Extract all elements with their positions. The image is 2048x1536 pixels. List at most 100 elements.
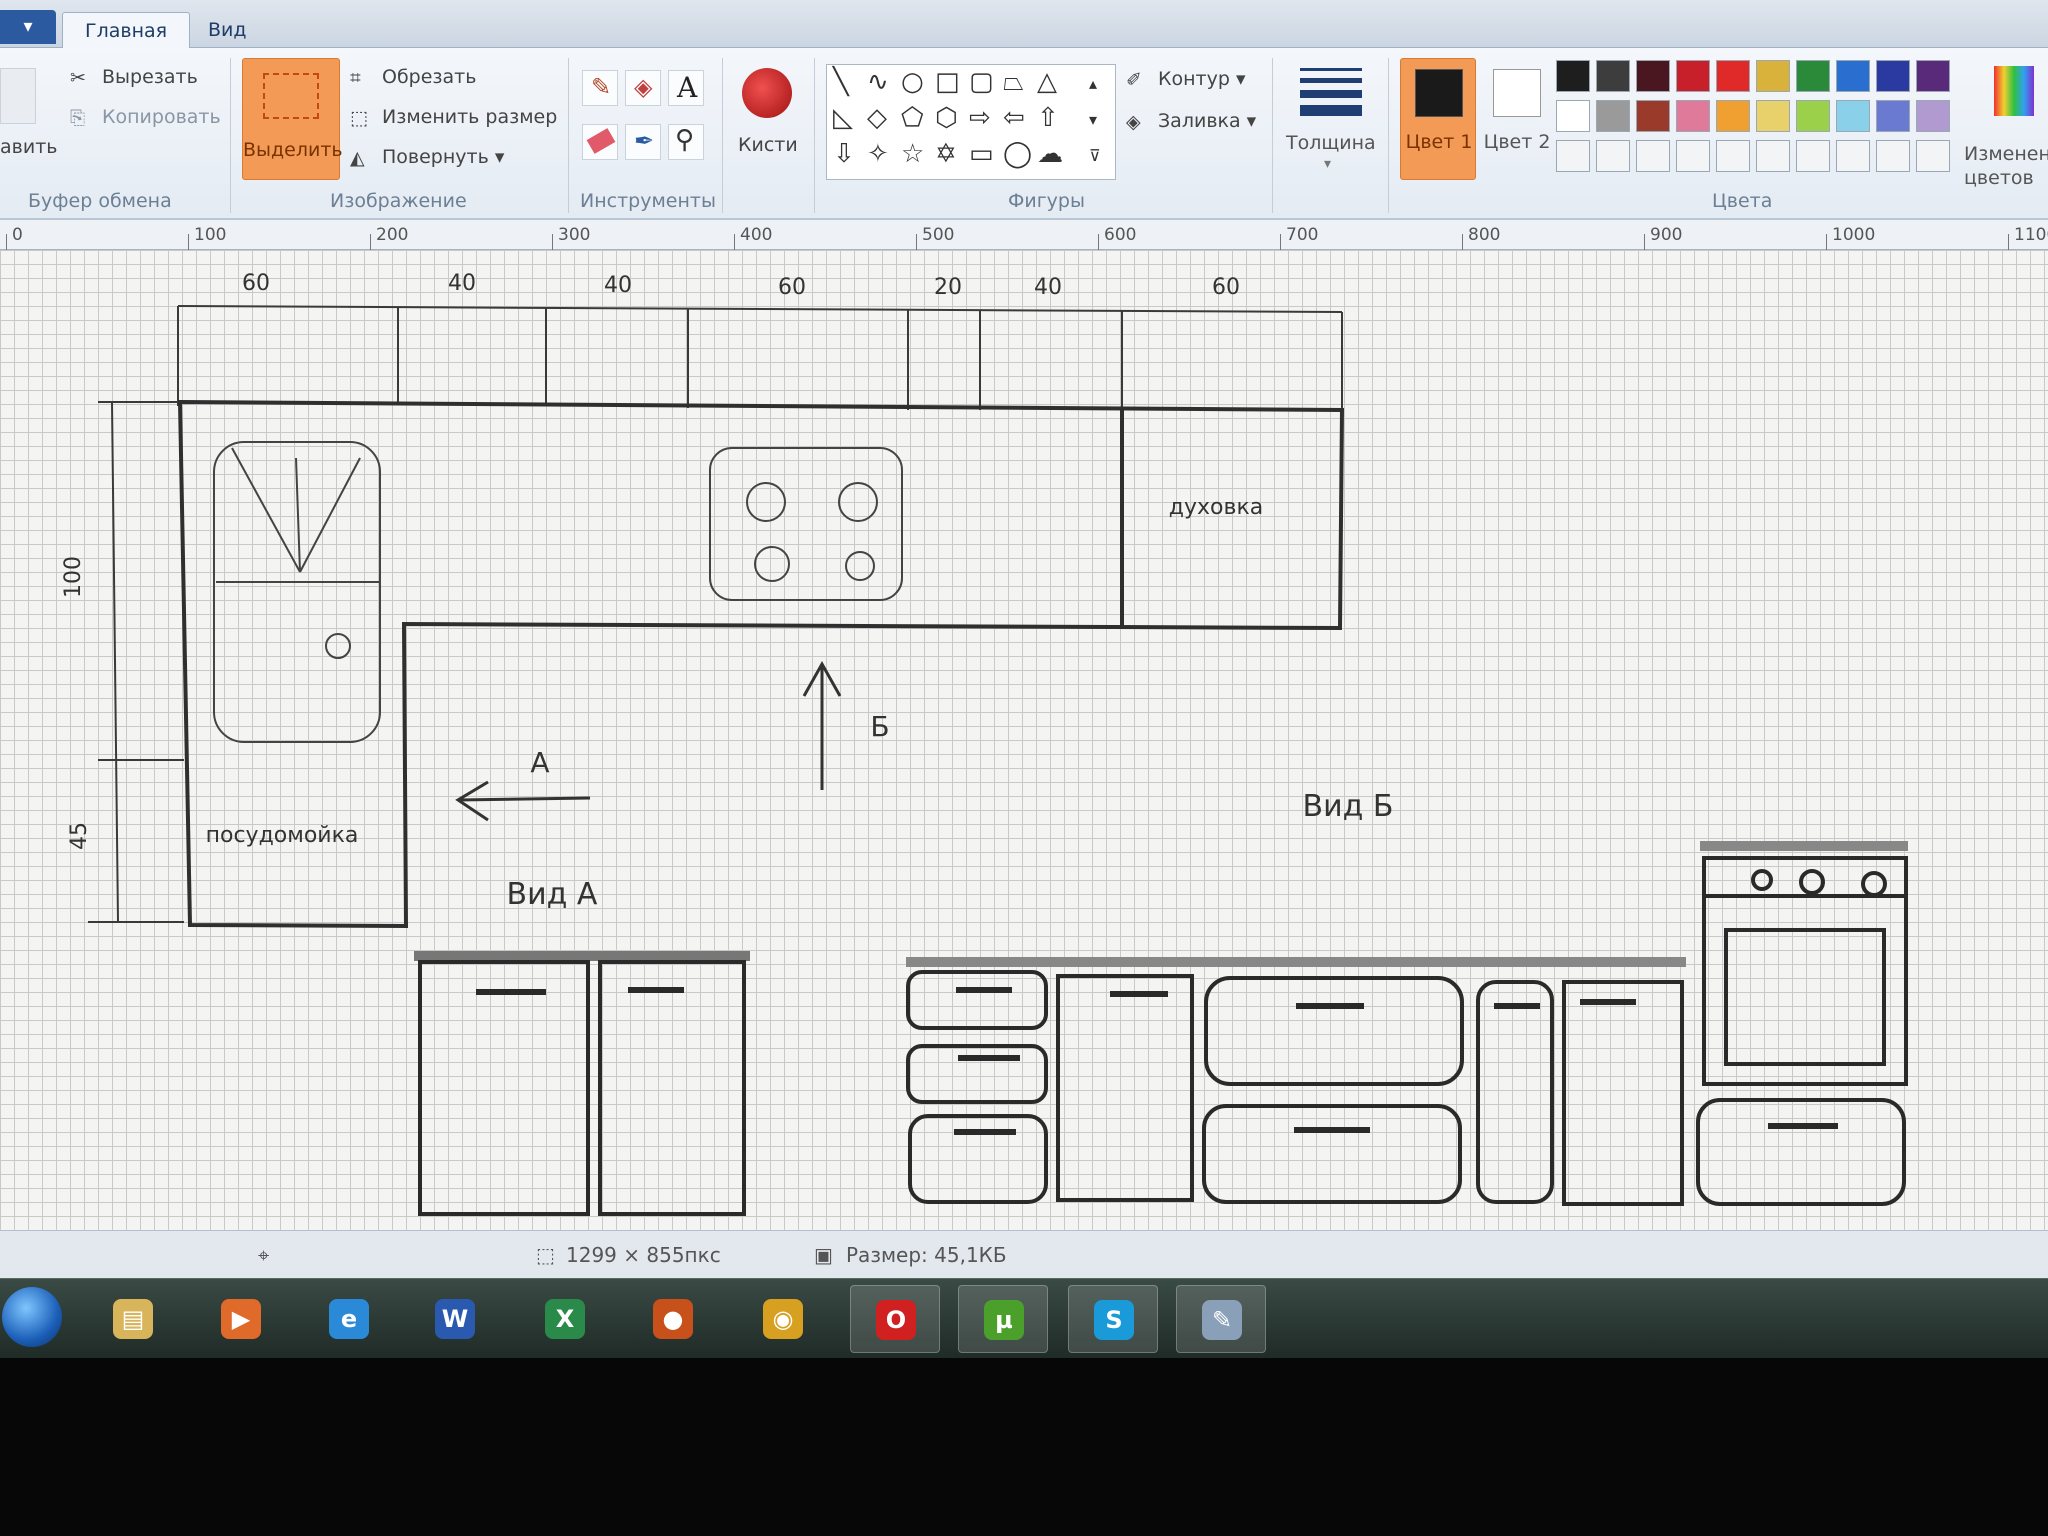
ruler-tick-label: 900	[1650, 225, 1683, 245]
brushes-button[interactable]: Кисти	[734, 62, 798, 182]
copy-button[interactable]: ⎘ Копировать	[70, 106, 221, 129]
custom-color-slot[interactable]	[1636, 140, 1670, 172]
tab-home[interactable]: Главная	[62, 12, 191, 48]
taskbar-app-button[interactable]: e	[304, 1285, 394, 1353]
view-a-cabinet	[418, 960, 590, 1216]
custom-color-slot[interactable]	[1556, 140, 1590, 172]
taskbar-app-button[interactable]: ●	[628, 1285, 718, 1353]
file-menu-button[interactable]: ▾	[0, 10, 56, 44]
custom-color-slot[interactable]	[1756, 140, 1790, 172]
palette-color-swatch[interactable]	[1876, 100, 1910, 132]
paste-button[interactable]: авить	[0, 136, 57, 158]
taskbar-app-button[interactable]: ▤	[88, 1285, 178, 1353]
diamond-shape-icon[interactable]: ◇	[867, 103, 887, 133]
left-arrow-shape-icon[interactable]: ⇦	[1003, 103, 1025, 133]
oval-shape-icon[interactable]: ○	[901, 67, 924, 97]
custom-color-slot[interactable]	[1676, 140, 1710, 172]
resize-label: Изменить размер	[382, 106, 558, 128]
palette-color-swatch[interactable]	[1836, 100, 1870, 132]
expand-gallery-icon[interactable]: ⊽	[1089, 141, 1101, 171]
custom-color-slot[interactable]	[1876, 140, 1910, 172]
right-arrow-shape-icon[interactable]: ⇨	[969, 103, 991, 133]
tab-view[interactable]: Вид	[186, 12, 269, 48]
color-picker-icon[interactable]: ✒	[625, 124, 661, 160]
fill-bucket-icon[interactable]: ◈	[625, 70, 661, 106]
six-point-star-shape-icon[interactable]: ✡	[935, 139, 957, 169]
palette-color-swatch[interactable]	[1676, 60, 1710, 92]
palette-color-swatch[interactable]	[1796, 100, 1830, 132]
resize-button[interactable]: ⬚ Изменить размер	[350, 106, 557, 129]
palette-color-swatch[interactable]	[1636, 60, 1670, 92]
curve-shape-icon[interactable]: ∿	[867, 67, 889, 97]
taskbar-app-button[interactable]: X	[520, 1285, 610, 1353]
drawing-canvas[interactable]: 60 40 40 60 20 40 60 100 45 духовка посу…	[0, 250, 2048, 1230]
palette-color-swatch[interactable]	[1636, 100, 1670, 132]
down-arrow-shape-icon[interactable]: ⇩	[833, 139, 855, 169]
palette-color-swatch[interactable]	[1596, 100, 1630, 132]
polygon-shape-icon[interactable]: ⏢	[1003, 67, 1024, 97]
custom-color-slot[interactable]	[1716, 140, 1750, 172]
taskbar-app-button[interactable]: W	[410, 1285, 500, 1353]
magnifier-icon[interactable]: ⚲	[668, 124, 704, 160]
rectangle-shape-icon[interactable]: □	[935, 67, 960, 97]
palette-color-swatch[interactable]	[1596, 60, 1630, 92]
media-player-icon: ▶	[221, 1299, 261, 1339]
palette-color-swatch[interactable]	[1556, 100, 1590, 132]
select-button[interactable]: Выделить	[242, 58, 343, 180]
outline-button[interactable]: ✐ Контур ▾	[1126, 68, 1246, 91]
pencil-icon[interactable]: ✎	[582, 70, 618, 106]
callout-oval-shape-icon[interactable]: ◯	[1003, 139, 1032, 169]
palette-color-swatch[interactable]	[1716, 60, 1750, 92]
taskbar-app-button[interactable]: S	[1068, 1285, 1158, 1353]
callout-cloud-shape-icon[interactable]: ☁	[1037, 139, 1063, 169]
taskbar-app-button[interactable]: ✎	[1176, 1285, 1266, 1353]
scroll-down-icon[interactable]: ▾	[1089, 105, 1097, 135]
rotate-button[interactable]: ◭ Повернуть ▾	[350, 146, 504, 169]
palette-color-swatch[interactable]	[1796, 60, 1830, 92]
triangle-shape-icon[interactable]: △	[1037, 67, 1057, 97]
four-point-star-shape-icon[interactable]: ✧	[867, 139, 889, 169]
cut-button[interactable]: ✂ Вырезать	[70, 66, 198, 89]
taskbar-app-button[interactable]: ▶	[196, 1285, 286, 1353]
color1-button[interactable]: Цвет 1	[1400, 58, 1476, 180]
scroll-up-icon[interactable]: ▴	[1089, 69, 1097, 99]
eraser-icon[interactable]	[582, 124, 618, 160]
custom-color-slot[interactable]	[1796, 140, 1830, 172]
line-shape-icon[interactable]: ╲	[833, 67, 849, 97]
crop-button[interactable]: ⌗ Обрезать	[350, 66, 476, 89]
ruler-tick	[1826, 234, 1827, 250]
pentagon-shape-icon[interactable]: ⬠	[901, 103, 924, 133]
taskbar-app-button[interactable]: O	[850, 1285, 940, 1353]
edit-colors-button[interactable]: Изменен цветов	[1960, 62, 2048, 192]
start-button-icon[interactable]	[2, 1287, 62, 1347]
palette-color-swatch[interactable]	[1916, 60, 1950, 92]
five-point-star-shape-icon[interactable]: ☆	[901, 139, 924, 169]
shapes-gallery[interactable]: ╲ ∿ ○ □ ▢ ⏢ △ ◺ ◇ ⬠ ⬡ ⇨ ⇦ ⇧ ⇩ ✧ ☆ ✡ ▭ ◯ …	[826, 64, 1116, 180]
taskbar-app-button[interactable]: µ	[958, 1285, 1048, 1353]
size-button[interactable]: Толщина ▾	[1284, 60, 1376, 190]
custom-color-slot[interactable]	[1916, 140, 1950, 172]
ruler-tick-label: 1100	[2014, 225, 2048, 245]
right-triangle-shape-icon[interactable]: ◺	[833, 103, 853, 133]
palette-color-swatch[interactable]	[1556, 60, 1590, 92]
paste-icon[interactable]	[0, 68, 36, 124]
palette-color-swatch[interactable]	[1676, 100, 1710, 132]
palette-color-swatch[interactable]	[1716, 100, 1750, 132]
group-separator	[230, 58, 231, 213]
custom-color-slot[interactable]	[1596, 140, 1630, 172]
callout-rect-shape-icon[interactable]: ▭	[969, 139, 994, 169]
color2-button[interactable]: Цвет 2	[1478, 58, 1554, 180]
up-arrow-shape-icon[interactable]: ⇧	[1037, 103, 1059, 133]
rounded-rectangle-shape-icon[interactable]: ▢	[969, 67, 994, 97]
taskbar-app-button[interactable]: ◉	[738, 1285, 828, 1353]
palette-color-swatch[interactable]	[1916, 100, 1950, 132]
oven-knob-icon	[1861, 871, 1887, 897]
custom-color-slot[interactable]	[1836, 140, 1870, 172]
palette-color-swatch[interactable]	[1876, 60, 1910, 92]
palette-color-swatch[interactable]	[1836, 60, 1870, 92]
fill-button[interactable]: ◈ Заливка ▾	[1126, 110, 1256, 133]
hexagon-shape-icon[interactable]: ⬡	[935, 103, 958, 133]
text-icon[interactable]: A	[668, 70, 704, 106]
palette-color-swatch[interactable]	[1756, 60, 1790, 92]
palette-color-swatch[interactable]	[1756, 100, 1790, 132]
